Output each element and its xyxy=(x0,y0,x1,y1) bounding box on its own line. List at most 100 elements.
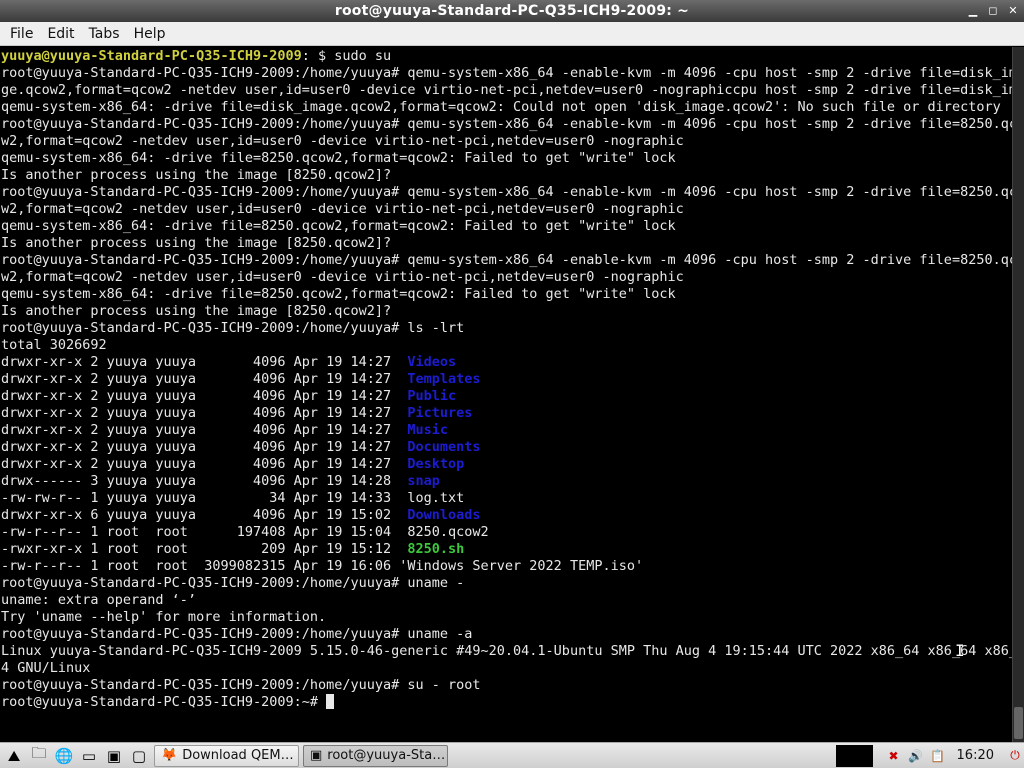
terminal-text: drwxr-xr-x 2 yuuya yuuya 4096 Apr 19 14:… xyxy=(1,422,408,438)
start-menu-icon[interactable]: ⛰ xyxy=(3,745,25,767)
taskbar-task-button[interactable]: ▣ root@yuuya-Sta… xyxy=(303,744,448,767)
terminal-text: root@yuuya-Standard-PC-Q35-ICH9-2009:/ho… xyxy=(1,184,1012,200)
terminal-output[interactable]: yuuya@yuuya-Standard-PC-Q35-ICH9-2009: $… xyxy=(0,47,1012,742)
terminal-line: -rw-r--r-- 1 root root 197408 Apr 19 15:… xyxy=(1,524,1012,541)
terminal-line: -rwxr-xr-x 1 root root 209 Apr 19 15:12 … xyxy=(1,541,1012,558)
network-disconnected-icon[interactable]: ✖ xyxy=(885,747,903,765)
terminal-text: root@yuuya-Standard-PC-Q35-ICH9-2009:/ho… xyxy=(1,116,1012,132)
terminal-line: Linux yuuya-Standard-PC-Q35-ICH9-2009 5.… xyxy=(1,643,1012,660)
terminal-text: : $ sudo su xyxy=(301,48,392,64)
file-manager-icon[interactable]: 🗀 xyxy=(28,744,50,767)
terminal-line: total 3026692 xyxy=(1,337,1012,354)
terminal-text: 4 GNU/Linux xyxy=(1,660,91,676)
directory-name: Downloads xyxy=(407,507,481,523)
maximize-button[interactable]: ◻ xyxy=(986,3,1000,19)
close-button[interactable]: ✕ xyxy=(1006,3,1020,19)
menu-tabs[interactable]: Tabs xyxy=(82,23,127,45)
text-cursor-ibeam-icon: I xyxy=(955,641,965,660)
terminal-line: 4 GNU/Linux xyxy=(1,660,1012,677)
directory-name: Music xyxy=(407,422,449,438)
window-controls: ▁ ◻ ✕ xyxy=(966,3,1020,19)
terminal-line: Is another process using the image [8250… xyxy=(1,303,1012,320)
terminal-line: drwxr-xr-x 2 yuuya yuuya 4096 Apr 19 14:… xyxy=(1,388,1012,405)
menu-bar: File Edit Tabs Help xyxy=(0,22,1024,46)
terminal-line: root@yuuya-Standard-PC-Q35-ICH9-2009:/ho… xyxy=(1,252,1012,269)
directory-name: Public xyxy=(407,388,457,404)
terminal-text: ge.qcow2,format=qcow2 -netdev user,id=us… xyxy=(1,82,1012,98)
terminal-scrollbar[interactable] xyxy=(1012,47,1024,742)
terminal-text: qemu-system-x86_64: -drive file=8250.qco… xyxy=(1,218,676,234)
terminal-line: -rw-rw-r-- 1 yuuya yuuya 34 Apr 19 14:33… xyxy=(1,490,1012,507)
terminal-text: root@yuuya-Standard-PC-Q35-ICH9-2009:/ho… xyxy=(1,320,465,336)
terminal-text: qemu-system-x86_64: -drive file=disk_ima… xyxy=(1,99,1001,115)
power-icon[interactable]: ⏻ xyxy=(1006,747,1024,765)
terminal-text: -rw-rw-r-- 1 yuuya yuuya 34 Apr 19 14:33… xyxy=(1,490,465,506)
terminal-line: -rw-r--r-- 1 root root 3099082315 Apr 19… xyxy=(1,558,1012,575)
terminal-text: qemu-system-x86_64: -drive file=8250.qco… xyxy=(1,150,676,166)
speaker-icon[interactable]: 🔊 xyxy=(907,747,925,765)
show-desktop-icon[interactable]: ▢ xyxy=(128,745,150,767)
terminal-line: qemu-system-x86_64: -drive file=8250.qco… xyxy=(1,150,1012,167)
window-switcher-icon[interactable]: ▭ xyxy=(78,745,100,767)
terminal-text: root@yuuya-Standard-PC-Q35-ICH9-2009:/ho… xyxy=(1,677,481,693)
directory-name: Videos xyxy=(407,354,457,370)
menu-help[interactable]: Help xyxy=(127,23,173,45)
terminal-text: -rw-r--r-- 1 root root 197408 Apr 19 15:… xyxy=(1,524,489,540)
terminal-line: root@yuuya-Standard-PC-Q35-ICH9-2009:/ho… xyxy=(1,677,1012,694)
directory-name: Pictures xyxy=(407,405,473,421)
task-label: Download QEM… xyxy=(182,748,294,763)
terminal-text: drwxr-xr-x 6 yuuya yuuya 4096 Apr 19 15:… xyxy=(1,507,408,523)
executable-name: 8250.sh xyxy=(407,541,465,557)
terminal-line: drwxr-xr-x 2 yuuya yuuya 4096 Apr 19 14:… xyxy=(1,439,1012,456)
taskbar-task-button[interactable]: 🦊 Download QEM… xyxy=(154,744,299,767)
clock[interactable]: 16:20 xyxy=(957,748,994,763)
menu-edit[interactable]: Edit xyxy=(40,23,81,45)
terminal-text: root@yuuya-Standard-PC-Q35-ICH9-2009:/ho… xyxy=(1,252,1012,268)
taskbar: ⛰ 🗀 🌐 ▭ ▣ ▢ 🦊 Download QEM… ▣ root@yuuya-Sta… ✖ 🔊… xyxy=(0,742,1024,768)
terminal-line: root@yuuya-Standard-PC-Q35-ICH9-2009:/ho… xyxy=(1,575,1012,592)
terminal-line: root@yuuya-Standard-PC-Q35-ICH9-2009:~# xyxy=(1,694,1012,711)
window-title: root@yuuya-Standard-PC-Q35-ICH9-2009: ~ xyxy=(334,3,690,19)
terminal-line: ge.qcow2,format=qcow2 -netdev user,id=us… xyxy=(1,82,1012,99)
directory-name: Desktop xyxy=(407,456,465,472)
task-label: root@yuuya-Sta… xyxy=(327,748,446,763)
terminal-text: drwx------ 3 yuuya yuuya 4096 Apr 19 14:… xyxy=(1,473,408,489)
clipboard-icon[interactable]: 📋 xyxy=(929,747,947,765)
prompt-host: yuuya@yuuya-Standard-PC-Q35-ICH9-2009 xyxy=(1,48,302,64)
browser-icon[interactable]: 🌐 xyxy=(53,745,75,767)
terminal-line: drwxr-xr-x 6 yuuya yuuya 4096 Apr 19 15:… xyxy=(1,507,1012,524)
terminal-text: w2,format=qcow2 -netdev user,id=user0 -d… xyxy=(1,201,684,217)
menu-file[interactable]: File xyxy=(3,23,40,45)
terminal-line: Is another process using the image [8250… xyxy=(1,235,1012,252)
terminal-icon: ▣ xyxy=(310,748,323,763)
minimize-button[interactable]: ▁ xyxy=(966,3,980,19)
terminal-launcher-icon[interactable]: ▣ xyxy=(103,745,125,767)
terminal-line: Try 'uname --help' for more information. xyxy=(1,609,1012,626)
directory-name: Templates xyxy=(407,371,481,387)
terminal-text: drwxr-xr-x 2 yuuya yuuya 4096 Apr 19 14:… xyxy=(1,388,408,404)
terminal-text: drwxr-xr-x 2 yuuya yuuya 4096 Apr 19 14:… xyxy=(1,405,408,421)
terminal-lines: yuuya@yuuya-Standard-PC-Q35-ICH9-2009: $… xyxy=(0,47,1012,711)
terminal-text: qemu-system-x86_64: -drive file=8250.qco… xyxy=(1,286,676,302)
terminal-line: drwxr-xr-x 2 yuuya yuuya 4096 Apr 19 14:… xyxy=(1,422,1012,439)
window-titlebar[interactable]: root@yuuya-Standard-PC-Q35-ICH9-2009: ~ … xyxy=(0,0,1024,22)
terminal-text: total 3026692 xyxy=(1,337,107,353)
terminal-text: drwxr-xr-x 2 yuuya yuuya 4096 Apr 19 14:… xyxy=(1,456,408,472)
tray-applet-placeholder xyxy=(835,744,873,767)
terminal-text: root@yuuya-Standard-PC-Q35-ICH9-2009:~# xyxy=(1,694,327,710)
terminal-line: w2,format=qcow2 -netdev user,id=user0 -d… xyxy=(1,201,1012,218)
terminal-text: Is another process using the image [8250… xyxy=(1,235,392,251)
terminal-line: drwxr-xr-x 2 yuuya yuuya 4096 Apr 19 14:… xyxy=(1,456,1012,473)
scrollbar-thumb[interactable] xyxy=(1014,707,1023,739)
firefox-icon: 🦊 xyxy=(161,748,178,763)
terminal-line: w2,format=qcow2 -netdev user,id=user0 -d… xyxy=(1,133,1012,150)
terminal-text: drwxr-xr-x 2 yuuya yuuya 4096 Apr 19 14:… xyxy=(1,371,408,387)
terminal-line: qemu-system-x86_64: -drive file=8250.qco… xyxy=(1,218,1012,235)
terminal-line: root@yuuya-Standard-PC-Q35-ICH9-2009:/ho… xyxy=(1,626,1012,643)
terminal-line: root@yuuya-Standard-PC-Q35-ICH9-2009:/ho… xyxy=(1,116,1012,133)
terminal-cursor xyxy=(326,694,335,709)
terminal-line: drwxr-xr-x 2 yuuya yuuya 4096 Apr 19 14:… xyxy=(1,371,1012,388)
terminal-line: drwx------ 3 yuuya yuuya 4096 Apr 19 14:… xyxy=(1,473,1012,490)
terminal-text: Try 'uname --help' for more information. xyxy=(1,609,327,625)
task-list: 🦊 Download QEM… ▣ root@yuuya-Sta… xyxy=(150,744,448,767)
